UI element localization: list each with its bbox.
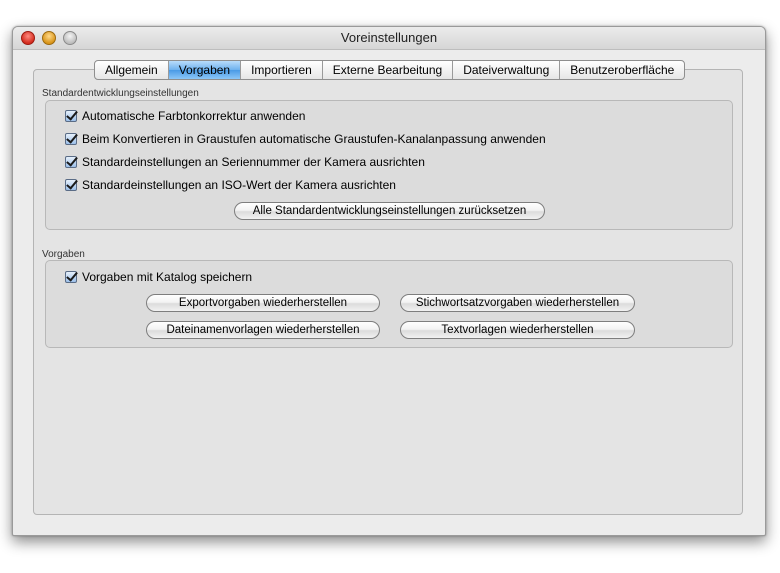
tab-allgemein[interactable]: Allgemein bbox=[95, 61, 168, 79]
tab-externe-bearbeitung[interactable]: Externe Bearbeitung bbox=[321, 61, 452, 79]
checkbox-label: Automatische Farbtonkorrektur anwenden bbox=[82, 109, 306, 123]
restore-export-presets-button[interactable]: Exportvorgaben wiederherstellen bbox=[146, 294, 380, 312]
checkbox-checked-icon[interactable] bbox=[65, 156, 77, 168]
preferences-window: Voreinstellungen Allgemein Vorgaben Impo… bbox=[12, 26, 766, 536]
tab-vorgaben[interactable]: Vorgaben bbox=[167, 61, 241, 79]
restore-filename-templates-button[interactable]: Dateinamenvorlagen wiederherstellen bbox=[146, 321, 380, 339]
title-bar[interactable]: Voreinstellungen bbox=[13, 27, 765, 50]
checkbox-store-presets-with-catalog[interactable]: Vorgaben mit Katalog speichern bbox=[65, 270, 252, 284]
window-title: Voreinstellungen bbox=[340, 30, 438, 45]
tab-importieren[interactable]: Importieren bbox=[240, 61, 322, 79]
checkbox-iso-value[interactable]: Standardeinstellungen an ISO-Wert der Ka… bbox=[65, 178, 396, 192]
tab-bar: Allgemein Vorgaben Importieren Externe B… bbox=[94, 60, 686, 80]
restore-keyword-presets-button[interactable]: Stichwortsatzvorgaben wiederherstellen bbox=[400, 294, 635, 312]
presets-group-label: Vorgaben bbox=[42, 249, 85, 260]
standard-group-label: Standardentwicklungseinstellungen bbox=[42, 88, 199, 99]
restore-text-templates-button[interactable]: Textvorlagen wiederherstellen bbox=[400, 321, 635, 339]
checkbox-auto-grayscale[interactable]: Beim Konvertieren in Graustufen automati… bbox=[65, 132, 546, 146]
checkbox-serial-number[interactable]: Standardeinstellungen an Seriennummer de… bbox=[65, 155, 425, 169]
checkbox-checked-icon[interactable] bbox=[65, 133, 77, 145]
checkbox-label: Standardeinstellungen an Seriennummer de… bbox=[82, 155, 425, 169]
checkbox-label: Beim Konvertieren in Graustufen automati… bbox=[82, 132, 546, 146]
tab-dateiverwaltung[interactable]: Dateiverwaltung bbox=[452, 61, 559, 79]
reset-defaults-button[interactable]: Alle Standardentwicklungseinstellungen z… bbox=[234, 202, 545, 220]
checkbox-checked-icon[interactable] bbox=[65, 110, 77, 122]
checkbox-checked-icon[interactable] bbox=[65, 271, 77, 283]
checkbox-auto-tone[interactable]: Automatische Farbtonkorrektur anwenden bbox=[65, 109, 305, 123]
checkbox-label: Standardeinstellungen an ISO-Wert der Ka… bbox=[82, 178, 396, 192]
checkbox-label: Vorgaben mit Katalog speichern bbox=[82, 270, 253, 284]
tab-benutzeroberflaeche[interactable]: Benutzeroberfläche bbox=[559, 61, 684, 79]
checkbox-checked-icon[interactable] bbox=[65, 179, 77, 191]
